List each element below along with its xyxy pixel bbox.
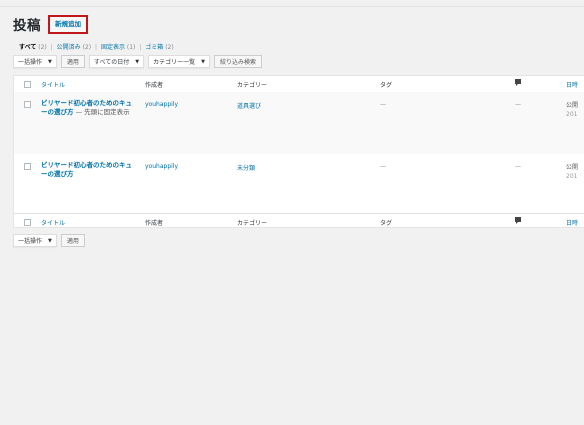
post-category-link[interactable]: 未分類 — [237, 163, 255, 172]
view-trash-count: (2) — [165, 44, 174, 51]
date-filter-select[interactable]: すべての日付 ▼ — [88, 55, 145, 68]
post-date-value: 201 — [566, 173, 578, 180]
post-title-cell: ビリヤード初心者のためのキューの選び方 — [41, 161, 133, 179]
select-all-checkbox[interactable] — [24, 81, 31, 88]
column-categories-footer: カテゴリー — [237, 220, 268, 227]
table-footer-row: タイトル 作成者 カテゴリー タグ 日時 — [14, 213, 584, 230]
column-date-header[interactable]: 日時 — [566, 80, 578, 89]
view-publish-link[interactable]: 公開済み — [57, 44, 81, 51]
chevron-down-icon: ▼ — [135, 58, 140, 65]
post-author-link[interactable]: youhappily — [145, 163, 178, 170]
apply-button[interactable]: 適用 — [60, 55, 85, 68]
column-title-footer[interactable]: タイトル — [41, 218, 65, 227]
chevron-down-icon: ▼ — [48, 58, 52, 65]
post-date-status: 公開 — [566, 164, 579, 171]
bulk-action-value: 一括操作 — [18, 59, 43, 66]
date-filter-value: すべての日付 — [93, 59, 130, 66]
add-new-button[interactable]: 新規追加 — [48, 14, 88, 34]
apply-button-bottom[interactable]: 適用 — [60, 234, 85, 247]
column-date-footer[interactable]: 日時 — [566, 218, 578, 227]
post-tags-value: — — [380, 163, 386, 170]
row-checkbox[interactable] — [24, 163, 31, 170]
post-state-label: — 先頭に固定表示 — [73, 108, 130, 116]
page-title: 投稿 — [13, 18, 41, 34]
tablenav-bottom: 一括操作 ▼ 適用 — [13, 234, 85, 247]
post-date-status: 公開 — [566, 102, 579, 109]
column-tags-footer: タグ — [380, 220, 393, 227]
view-separator: | — [139, 44, 142, 51]
column-categories-header: カテゴリー — [237, 82, 268, 89]
tablenav-top: 一括操作 ▼ 適用 すべての日付 ▼ カテゴリー一覧 ▼ 絞り込み検索 — [13, 55, 262, 68]
post-date-cell: 公開 201 — [566, 101, 578, 119]
post-comments-value: — — [515, 163, 521, 170]
post-category-link[interactable]: 道具選び — [237, 101, 261, 110]
page-heading: 投稿 新規追加 — [13, 14, 88, 34]
posts-table: タイトル 作成者 カテゴリー タグ 日時 ビリヤード初心者のためのキューの選び方… — [13, 75, 584, 228]
post-title-link[interactable]: ビリヤード初心者のためのキューの選び方 — [41, 161, 132, 178]
view-all-link[interactable]: すべて — [19, 44, 36, 51]
view-all-count: (2) — [38, 44, 47, 51]
view-separator: | — [95, 44, 98, 51]
column-author-footer: 作成者 — [145, 220, 164, 227]
chevron-down-icon: ▼ — [201, 58, 205, 65]
view-sticky-count: (1) — [126, 44, 136, 51]
bulk-action-select[interactable]: 一括操作 ▼ — [13, 55, 57, 68]
post-comments-value: — — [515, 101, 521, 108]
post-date-cell: 公開 201 — [566, 163, 578, 181]
select-all-checkbox-footer[interactable] — [24, 219, 31, 226]
chevron-down-icon: ▼ — [48, 237, 52, 244]
column-author-header: 作成者 — [145, 82, 164, 89]
bulk-action-select-bottom[interactable]: 一括操作 ▼ — [13, 234, 57, 247]
filter-button[interactable]: 絞り込み検索 — [213, 55, 262, 68]
category-filter-value: カテゴリー一覧 — [153, 59, 196, 66]
top-divider — [0, 6, 584, 7]
comment-bubble-icon[interactable] — [515, 79, 521, 87]
column-tags-header: タグ — [380, 82, 393, 89]
category-filter-select[interactable]: カテゴリー一覧 ▼ — [148, 55, 210, 68]
view-publish-count: (2) — [82, 44, 92, 51]
bulk-action-value: 一括操作 — [18, 238, 43, 245]
comment-bubble-icon[interactable] — [515, 217, 521, 225]
row-checkbox[interactable] — [24, 101, 31, 108]
table-row: ビリヤード初心者のためのキューの選び方 — 先頭に固定表示 youhappily… — [14, 92, 584, 154]
column-title-header[interactable]: タイトル — [41, 80, 65, 89]
post-title-cell: ビリヤード初心者のためのキューの選び方 — 先頭に固定表示 — [41, 99, 133, 117]
post-date-value: 201 — [566, 111, 578, 118]
table-header-row: タイトル 作成者 カテゴリー タグ 日時 — [14, 76, 584, 93]
view-separator: | — [50, 44, 53, 51]
post-author-link[interactable]: youhappily — [145, 101, 178, 108]
post-tags-value: — — [380, 101, 386, 108]
table-row: ビリヤード初心者のためのキューの選び方 youhappily 未分類 — — 公… — [14, 154, 584, 212]
status-filter-links: すべて (2) | 公開済み (2) | 固定表示 (1) | ゴミ箱 (2) — [19, 42, 174, 51]
view-sticky-link[interactable]: 固定表示 — [101, 44, 125, 51]
view-trash-link[interactable]: ゴミ箱 — [145, 44, 163, 51]
